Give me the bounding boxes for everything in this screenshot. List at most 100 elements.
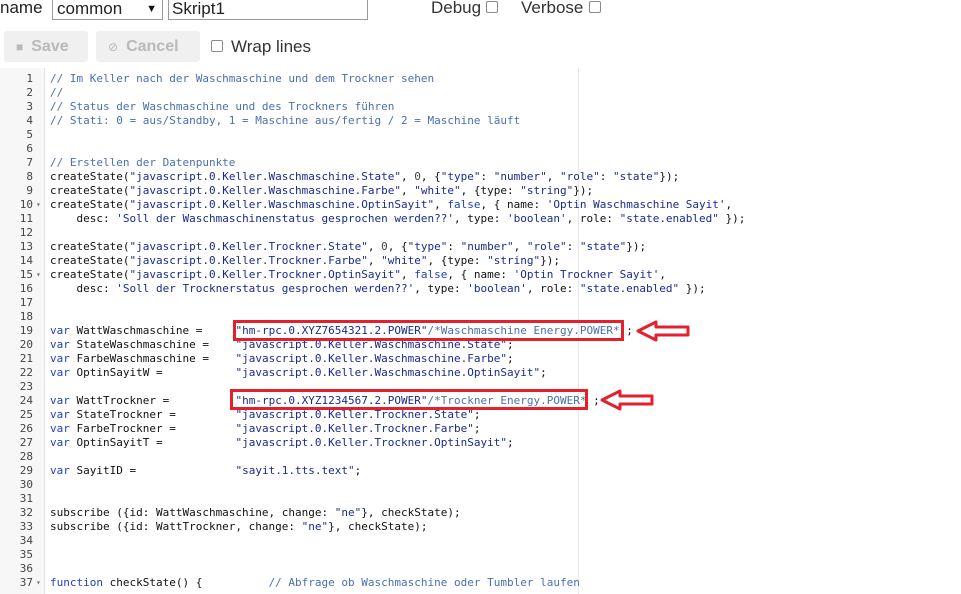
code-token: var (50, 324, 70, 337)
code-text: var OptinSayitT = "javascript.0.Keller.T… (50, 436, 514, 450)
code-text: function checkState() { // Abfrage ob Wa… (50, 576, 580, 590)
code-line[interactable]: 32 subscribe ({id: WattWaschmaschine, cha… (0, 506, 961, 520)
code-line[interactable]: 6 (0, 142, 961, 156)
code-line[interactable]: 7 // Erstellen der Datenpunkte (0, 156, 961, 170)
code-line[interactable]: 31 (0, 492, 961, 506)
fold-toggle-icon[interactable]: ▾ (36, 576, 41, 590)
code-line[interactable]: 29 var SayitID = "sayit.1.tts.text"; (0, 464, 961, 478)
code-token: , { (387, 240, 408, 253)
line-number: 36 (19, 562, 33, 575)
fold-toggle-icon[interactable]: ▾ (36, 268, 41, 282)
line-number: 31 (19, 492, 33, 505)
code-line[interactable]: 12 (0, 226, 961, 240)
line-number: 15 (19, 268, 33, 281)
code-line[interactable]: 11 desc: 'Soll der Waschmaschinenstatus … (0, 212, 961, 226)
cancel-label: Cancel (126, 38, 179, 55)
code-line[interactable]: 33 subscribe ({id: WattTrockner, change: … (0, 520, 961, 534)
code-line[interactable]: 4 // Stati: 0 = aus/Standby, 1 = Maschine… (0, 114, 961, 128)
wrap-lines-checkbox[interactable] (211, 40, 223, 52)
code-line[interactable]: 30 (0, 478, 961, 492)
line-number: 33 (19, 520, 33, 533)
save-button[interactable]: ■ Save (4, 31, 88, 62)
code-token: "javascript.0.Keller.Trockner.Farbe" (235, 422, 474, 435)
code-line[interactable]: 35 (0, 548, 961, 562)
code-token: , (434, 198, 448, 211)
code-token: var (50, 338, 70, 351)
line-number: 29 (19, 464, 33, 477)
code-line[interactable]: 26 var FarbeTrockner = "javascript.0.Kell… (0, 422, 961, 436)
code-text: createState("javascript.0.Keller.Waschma… (50, 198, 732, 212)
code-line[interactable]: 5 (0, 128, 961, 142)
cancel-button[interactable]: ⊘ Cancel (96, 31, 200, 62)
code-editor[interactable]: 1 // Im Keller nach der Waschmaschine und… (0, 68, 961, 594)
group-select[interactable]: common ▼ (52, 0, 163, 20)
code-line[interactable]: 28 (0, 450, 961, 464)
code-token: createState( (50, 184, 130, 197)
code-token: }, checkState); (328, 520, 428, 533)
code-line[interactable]: 2 // (0, 86, 961, 100)
code-text: // Stati: 0 = aus/Standby, 1 = Maschine … (50, 114, 520, 128)
debug-label: Debug (431, 0, 482, 17)
code-line[interactable]: 16 desc: 'Soll der Trocknerstatus gespro… (0, 282, 961, 296)
code-text: createState("javascript.0.Keller.Waschma… (50, 170, 679, 184)
code-token: "javascript.0.Keller.Trockner.OptinSayit… (235, 436, 507, 449)
code-line[interactable]: 13 createState("javascript.0.Keller.Trock… (0, 240, 961, 254)
code-token: , (401, 184, 415, 197)
code-token: 0 (414, 170, 421, 183)
line-number: 1 (26, 72, 33, 85)
code-token: createState( (50, 170, 130, 183)
code-token: "sayit.1.tts.text" (235, 464, 355, 477)
debug-checkbox[interactable] (486, 1, 498, 13)
code-token: WattTrockner = (69, 394, 236, 407)
code-line[interactable]: 9 createState("javascript.0.Keller.Waschm… (0, 184, 961, 198)
code-token: }); (718, 212, 746, 225)
code-token: "javascript.0.Keller.Trockner.Farbe" (129, 254, 368, 267)
arrow-left-icon (636, 320, 690, 342)
code-text: var FarbeTrockner = "javascript.0.Keller… (50, 422, 481, 436)
code-token: function (50, 576, 103, 589)
code-text: createState("javascript.0.Keller.Trockne… (50, 268, 666, 282)
code-token: var (50, 366, 70, 379)
code-token: , (659, 268, 666, 281)
code-line[interactable]: 15 ▾ createState("javascript.0.Keller.Troc… (0, 268, 961, 282)
code-line[interactable]: 17 (0, 296, 961, 310)
floppy-icon: ■ (16, 40, 24, 54)
code-line[interactable]: 37 ▾ function checkState() { // Abfrage ob… (0, 576, 961, 590)
code-line[interactable]: 27 var OptinSayitT = "javascript.0.Keller… (0, 436, 961, 450)
code-token: FarbeWaschmaschine = (69, 352, 236, 365)
code-line[interactable]: 10 ▾ createState("javascript.0.Keller.Wasc… (0, 198, 961, 212)
code-token: : (599, 170, 613, 183)
code-token: ; (506, 436, 514, 449)
code-token: 0 (381, 240, 388, 253)
code-line[interactable]: 25 var StateTrockner = "javascript.0.Kell… (0, 408, 961, 422)
code-line[interactable]: 34 (0, 534, 961, 548)
code-token: // Status der Waschmaschine und des Troc… (50, 100, 395, 113)
line-number: 11 (19, 212, 33, 225)
code-token: OptinSayitW = (69, 366, 236, 379)
verbose-checkbox[interactable] (589, 1, 601, 13)
name-label: name (0, 0, 43, 17)
code-line[interactable]: 3 // Status der Waschmaschine und des Tro… (0, 100, 961, 114)
code-token: , (513, 240, 527, 253)
code-line[interactable]: 1 // Im Keller nach der Waschmaschine und… (0, 72, 961, 86)
code-line[interactable]: 21 var FarbeWaschmaschine = "javascript.0… (0, 352, 961, 366)
code-line[interactable]: 22 var OptinSayitW = "javascript.0.Keller… (0, 366, 961, 380)
line-number: 9 (26, 184, 33, 197)
line-number: 4 (26, 114, 33, 127)
script-name-input[interactable]: Skript1 (168, 0, 368, 20)
line-number: 23 (19, 380, 33, 393)
code-line[interactable]: 14 createState("javascript.0.Keller.Trock… (0, 254, 961, 268)
line-number: 14 (19, 254, 33, 267)
highlight-box-waschmaschine (233, 320, 624, 341)
code-token: subscribe ({id: WattTrockner, change: (50, 520, 302, 533)
code-token: "javascript.0.Keller.Trockner.OptinSayit… (129, 268, 402, 281)
code-token: false (414, 268, 448, 281)
line-number: 32 (19, 506, 33, 519)
code-token: "role" (560, 170, 600, 183)
code-line[interactable]: 8 createState("javascript.0.Keller.Waschm… (0, 170, 961, 184)
code-line[interactable]: 36 (0, 562, 961, 576)
code-token: // Im Keller nach der Waschmaschine und … (50, 72, 435, 85)
fold-toggle-icon[interactable]: ▾ (36, 198, 41, 212)
code-token: StateTrockner = (69, 408, 236, 421)
code-token: 'boolean' (506, 212, 567, 225)
